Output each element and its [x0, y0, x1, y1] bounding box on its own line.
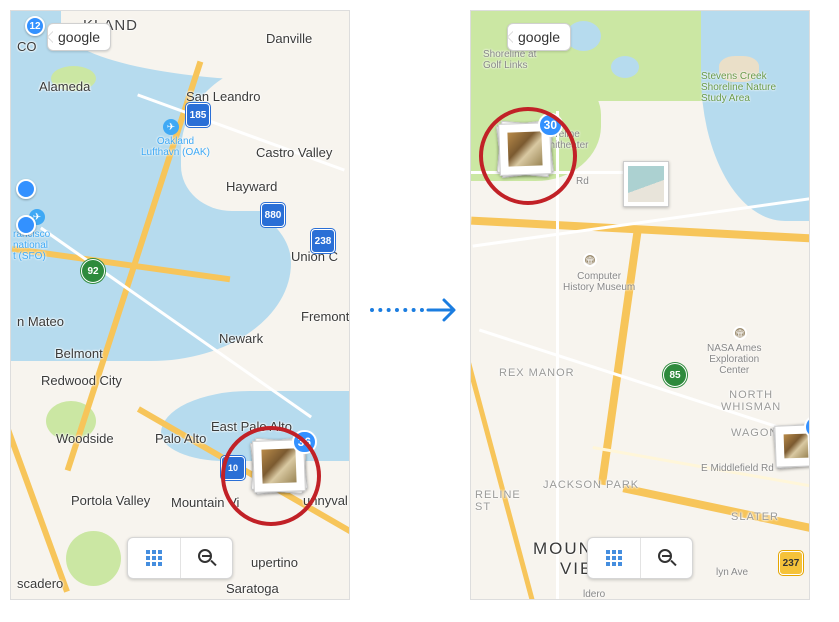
label-slater: SLATER [731, 511, 779, 523]
label-rex-manor: REX MANOR [499, 367, 575, 379]
route-92: 92 [81, 259, 105, 283]
poi-golf: Shoreline at Golf Links [483, 49, 536, 71]
label-hayward: Hayward [226, 179, 277, 194]
label-palo-alto: Palo Alto [155, 431, 206, 446]
label-reline: RELINE ST [475, 489, 521, 513]
grid-toggle-button[interactable] [128, 538, 180, 578]
route-238: 238 [311, 229, 335, 253]
road-vert-1 [556, 111, 559, 600]
poi-stevens: Stevens Creek Shoreline Nature Study Are… [701, 71, 776, 104]
label-east-pa: East Palo Alto [211, 419, 292, 434]
zoom-out-icon [198, 549, 216, 567]
museum-pin-icon: 🏛 [583, 253, 597, 267]
label-mountain-view: Mountain Vi [171, 495, 239, 510]
road-label-dero: ldero [583, 589, 605, 600]
poi-nasa: NASA Ames Exploration Center [707, 343, 761, 376]
label-newark: Newark [219, 331, 263, 346]
route-185: 185 [186, 103, 210, 127]
label-saratoga: Saratoga [226, 581, 279, 596]
arrow-head-icon [426, 293, 460, 327]
road-label-rd: Rd [576, 176, 589, 187]
label-portola: Portola Valley [71, 493, 150, 508]
poi-oak: Oakland Lufthavn (OAK) [141, 136, 210, 158]
label-co: CO [17, 39, 37, 54]
label-jackson: JACKSON PARK [543, 479, 639, 491]
flow-arrow [370, 290, 460, 330]
grid-toggle-button-right[interactable] [588, 538, 640, 578]
lagoon-1 [566, 21, 601, 51]
label-woodside: Woodside [56, 431, 114, 446]
road-label-lyn: lyn Ave [716, 567, 748, 578]
airport-icon-oak: ✈ [163, 119, 179, 135]
search-tag-right[interactable]: google [507, 23, 571, 51]
zoom-out-icon-right [658, 549, 676, 567]
photo-cluster-36[interactable]: 36 [249, 436, 309, 496]
label-alameda: Alameda [39, 79, 90, 94]
arrow-tail [370, 308, 424, 312]
label-belmont: Belmont [55, 346, 103, 361]
label-redwood: Redwood City [41, 373, 122, 388]
map-toolbar-right [587, 537, 693, 579]
label-san-mateo: n Mateo [17, 314, 64, 329]
label-sunnyvale: unnyval [303, 493, 348, 508]
route-880: 880 [261, 203, 285, 227]
search-tag[interactable]: google [47, 23, 111, 51]
photo-cluster-30[interactable]: 30 [495, 119, 555, 179]
map-toolbar [127, 537, 233, 579]
zoom-out-button[interactable] [180, 538, 232, 578]
route-101: 10 [221, 456, 245, 480]
hwy-237 [622, 484, 810, 535]
label-cupertino: upertino [251, 555, 298, 570]
cluster-count-2: 30 [538, 113, 563, 137]
map-view-right[interactable]: Shoreline at Golf Links Stevens Creek Sh… [470, 10, 810, 600]
route-85: 85 [663, 363, 687, 387]
poi-sfo: rancisco national t (SFO) [13, 229, 50, 262]
pin-secondary-2[interactable] [16, 215, 36, 235]
zoom-out-button-right[interactable] [640, 538, 692, 578]
poi-museum: Computer History Museum [563, 271, 635, 293]
hwy-85-vert [598, 227, 642, 486]
pin-secondary-1[interactable] [16, 179, 36, 199]
label-fremont: Fremont [301, 309, 349, 324]
map-view-left[interactable]: KLAND CO Danville Alameda San Leandro Ca… [10, 10, 350, 600]
road-label-middlefield: E Middlefield Rd [701, 463, 774, 474]
lagoon-2 [611, 56, 639, 78]
photo-thumb-2 [507, 131, 542, 166]
label-north-whisman: NORTH WHISMAN [721, 389, 781, 413]
grid-icon [146, 550, 162, 566]
nasa-pin-icon: 🏛 [733, 326, 747, 340]
photo-thumb-3 [784, 434, 809, 459]
label-san-leandro: San Leandro [186, 89, 260, 104]
route-237r: 237 [779, 551, 803, 575]
grid-icon-right [606, 550, 622, 566]
label-scadero: scadero [17, 576, 63, 591]
bay-water-right [701, 11, 810, 221]
label-castro-valley: Castro Valley [256, 145, 332, 160]
hwy-central-expy [470, 217, 536, 600]
photo-cluster-edge[interactable]: 12 [771, 421, 810, 471]
photo-single[interactable] [623, 161, 669, 207]
photo-thumb [261, 448, 296, 483]
label-danville: Danville [266, 31, 312, 46]
cluster-count: 36 [292, 430, 317, 454]
south-park [66, 531, 121, 586]
